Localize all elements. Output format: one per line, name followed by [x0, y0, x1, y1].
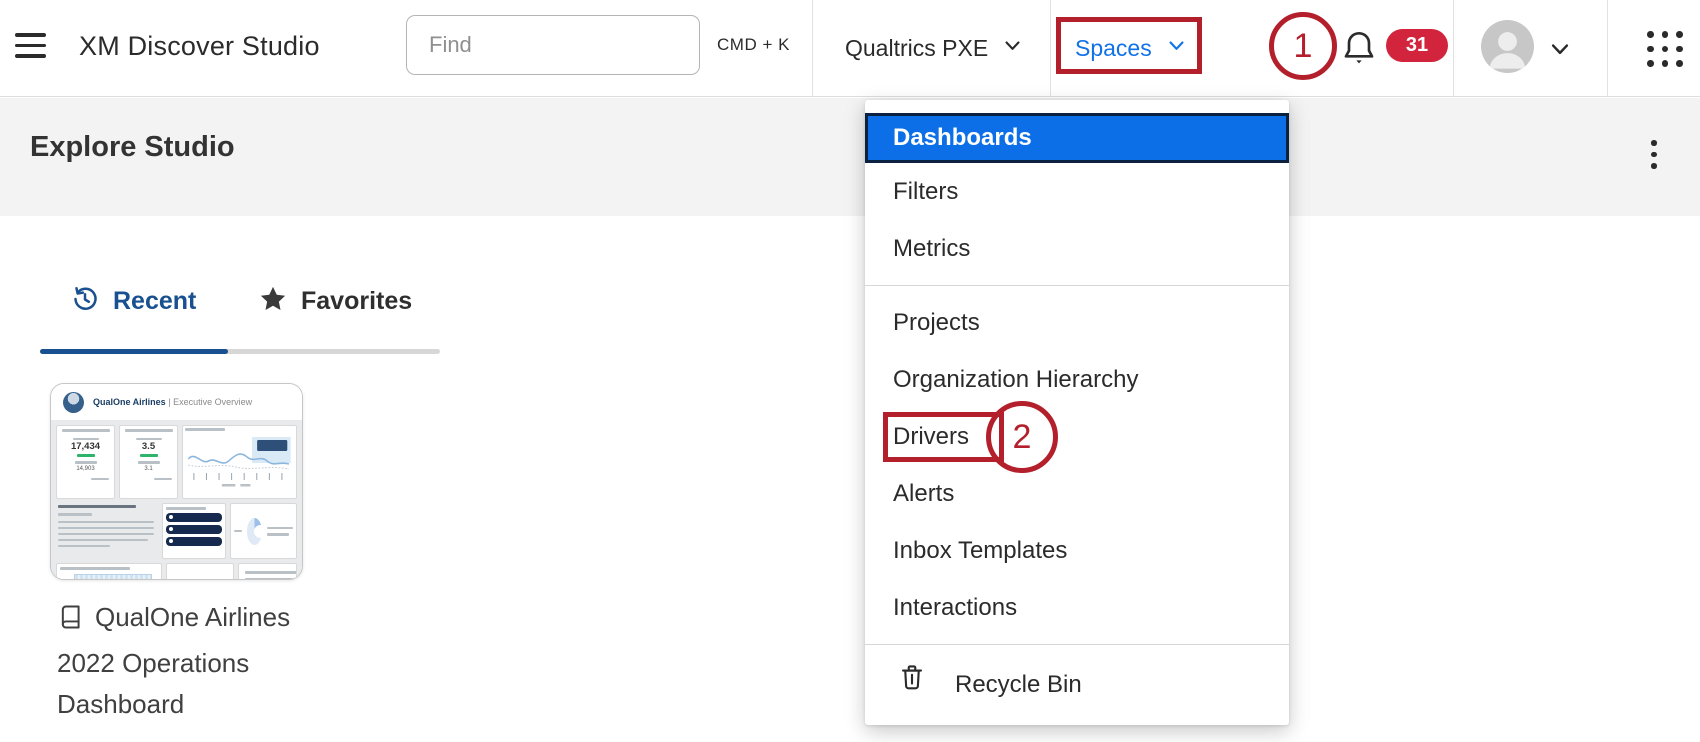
spaces-dropdown-trigger[interactable]: Spaces: [1075, 0, 1186, 96]
hamburger-menu-icon[interactable]: [15, 33, 46, 59]
active-tab-underline: [40, 349, 228, 354]
tab-recent-label: Recent: [113, 287, 197, 315]
menu-item-filters[interactable]: Filters: [865, 163, 1289, 220]
page-header-band: Explore Studio: [0, 98, 1700, 216]
dashboard-card-thumbnail[interactable]: QualOne Airlines | Executive Overview 17…: [50, 383, 303, 580]
line-chart-tile: [182, 425, 297, 499]
thumbnail-body: 17,434 14,903 3.5 3.1: [51, 420, 302, 579]
org-dropdown[interactable]: Qualtrics PXE: [845, 0, 1022, 96]
page-options-kebab-icon[interactable]: [1644, 140, 1664, 180]
menu-item-metrics[interactable]: Metrics: [865, 220, 1289, 277]
header-divider: [812, 0, 813, 96]
notifications-count-badge[interactable]: 31: [1386, 29, 1448, 62]
pie-chart-tile: [230, 503, 297, 559]
menu-item-inbox-templates[interactable]: Inbox Templates: [865, 522, 1289, 579]
history-icon: [70, 284, 100, 319]
thumbnail-title: QualOne Airlines | Executive Overview: [93, 397, 253, 407]
chevron-down-icon: [1167, 36, 1186, 60]
spaces-dropdown-menu: Dashboards Filters Metrics Projects Orga…: [865, 100, 1289, 725]
trash-icon: [897, 656, 927, 713]
menu-item-interactions[interactable]: Interactions: [865, 579, 1289, 636]
thumbnail-header: QualOne Airlines | Executive Overview: [51, 384, 302, 420]
menu-item-alerts[interactable]: Alerts: [865, 465, 1289, 522]
text-widget: [56, 503, 158, 559]
tab-favorites[interactable]: Favorites: [258, 284, 412, 319]
menu-item-drivers[interactable]: Drivers: [865, 408, 1289, 465]
user-avatar[interactable]: [1481, 20, 1534, 73]
kpi-tile: 3.5 3.1: [119, 425, 178, 499]
search-shortcut-hint: CMD + K: [717, 35, 790, 54]
header-divider: [1453, 0, 1454, 96]
top-navigation-bar: XM Discover Studio CMD + K Qualtrics PXE…: [0, 0, 1700, 97]
book-icon: [57, 602, 85, 643]
dashboard-card-title[interactable]: QualOne Airlines 2022 Operations Dashboa…: [57, 597, 309, 725]
menu-item-projects[interactable]: Projects: [865, 294, 1289, 351]
app-title: XM Discover Studio: [79, 31, 320, 61]
header-divider: [1050, 0, 1051, 96]
menu-divider: [865, 644, 1289, 645]
app-grid-icon[interactable]: [1647, 31, 1683, 67]
notifications-bell-icon[interactable]: [1339, 26, 1379, 70]
spaces-dropdown-label: Spaces: [1075, 34, 1152, 61]
menu-divider: [865, 285, 1289, 286]
star-icon: [258, 284, 288, 319]
airline-logo-icon: [63, 391, 84, 413]
column-chart-tile: [166, 563, 234, 579]
menu-item-recycle-bin-label: Recycle Bin: [955, 670, 1082, 698]
chevron-down-icon: [1003, 36, 1022, 60]
search-input[interactable]: [407, 32, 717, 58]
bar-chart-tile: [56, 563, 162, 579]
xm-discover-studio-app: XM Discover Studio CMD + K Qualtrics PXE…: [0, 0, 1700, 742]
avatar-chevron-down-icon[interactable]: [1549, 38, 1571, 65]
tab-favorites-label: Favorites: [301, 287, 413, 315]
kpi-tile: 17,434 14,903: [56, 425, 115, 499]
menu-item-dashboards[interactable]: Dashboards: [865, 113, 1289, 163]
links-widget: [162, 503, 226, 559]
menu-item-organization-hierarchy[interactable]: Organization Hierarchy: [865, 351, 1289, 408]
header-divider: [1607, 0, 1608, 96]
page-title: Explore Studio: [30, 131, 235, 163]
org-dropdown-label: Qualtrics PXE: [845, 34, 989, 61]
feedback-widget: [238, 563, 297, 579]
tab-recent[interactable]: Recent: [70, 284, 196, 319]
dashboard-card-title-text: QualOne Airlines 2022 Operations Dashboa…: [57, 602, 291, 719]
menu-item-recycle-bin[interactable]: Recycle Bin: [865, 653, 1289, 715]
tab-underline-track: [40, 349, 440, 354]
find-search-box[interactable]: CMD + K: [406, 15, 789, 75]
